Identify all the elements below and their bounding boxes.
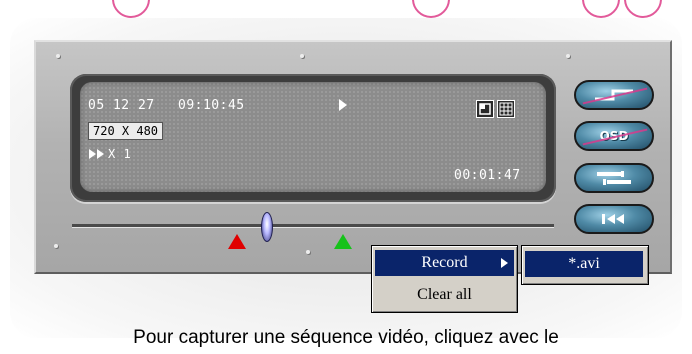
decor-circle-2 (412, 0, 450, 18)
lcd-date: 05 12 27 (88, 98, 155, 113)
timeline-slider-handle[interactable] (261, 212, 273, 242)
menu-item-clear-all[interactable]: Clear all (375, 282, 514, 308)
zoom-window-icon[interactable] (476, 100, 494, 118)
play-icon (339, 99, 347, 111)
submenu-item-avi[interactable]: *.avi (525, 251, 643, 277)
settings-icon (597, 171, 631, 185)
menu-item-record-label: Record (421, 254, 468, 271)
lcd-time: 09:10:45 (178, 98, 245, 113)
submenu-arrow-icon (501, 258, 508, 268)
screw (54, 244, 58, 248)
decor-circle-4 (624, 0, 662, 18)
timeline-track[interactable] (72, 224, 554, 228)
elapsed-time: 00:01:47 (454, 168, 521, 183)
submenu-item-avi-label: *.avi (568, 255, 600, 272)
screw (56, 54, 60, 58)
record-submenu: *.avi (521, 245, 649, 285)
rewind-to-start-icon (602, 214, 624, 224)
context-menu: Record Clear all (371, 245, 518, 313)
end-marker-icon[interactable] (334, 234, 352, 249)
screw (306, 250, 310, 254)
decor-circle-3 (582, 0, 620, 18)
screw (300, 54, 304, 58)
caption-text: Pour capturer une séquence vidéo, clique… (133, 327, 559, 348)
fast-forward-icon (89, 149, 104, 159)
osd-button[interactable]: OSD (574, 121, 654, 151)
rewind-to-start-button[interactable] (574, 204, 654, 234)
playback-speed: X 1 (108, 147, 132, 161)
menu-item-clear-all-label: Clear all (417, 286, 472, 303)
grid-layout-icon[interactable] (497, 100, 515, 118)
zoom-button[interactable] (574, 80, 654, 110)
menu-item-record[interactable]: Record (375, 250, 514, 276)
screw (566, 54, 570, 58)
decor-circle-1 (112, 0, 150, 18)
resolution-label: 720 X 480 (88, 122, 164, 140)
settings-button[interactable] (574, 163, 654, 193)
start-marker-icon[interactable] (228, 234, 246, 249)
